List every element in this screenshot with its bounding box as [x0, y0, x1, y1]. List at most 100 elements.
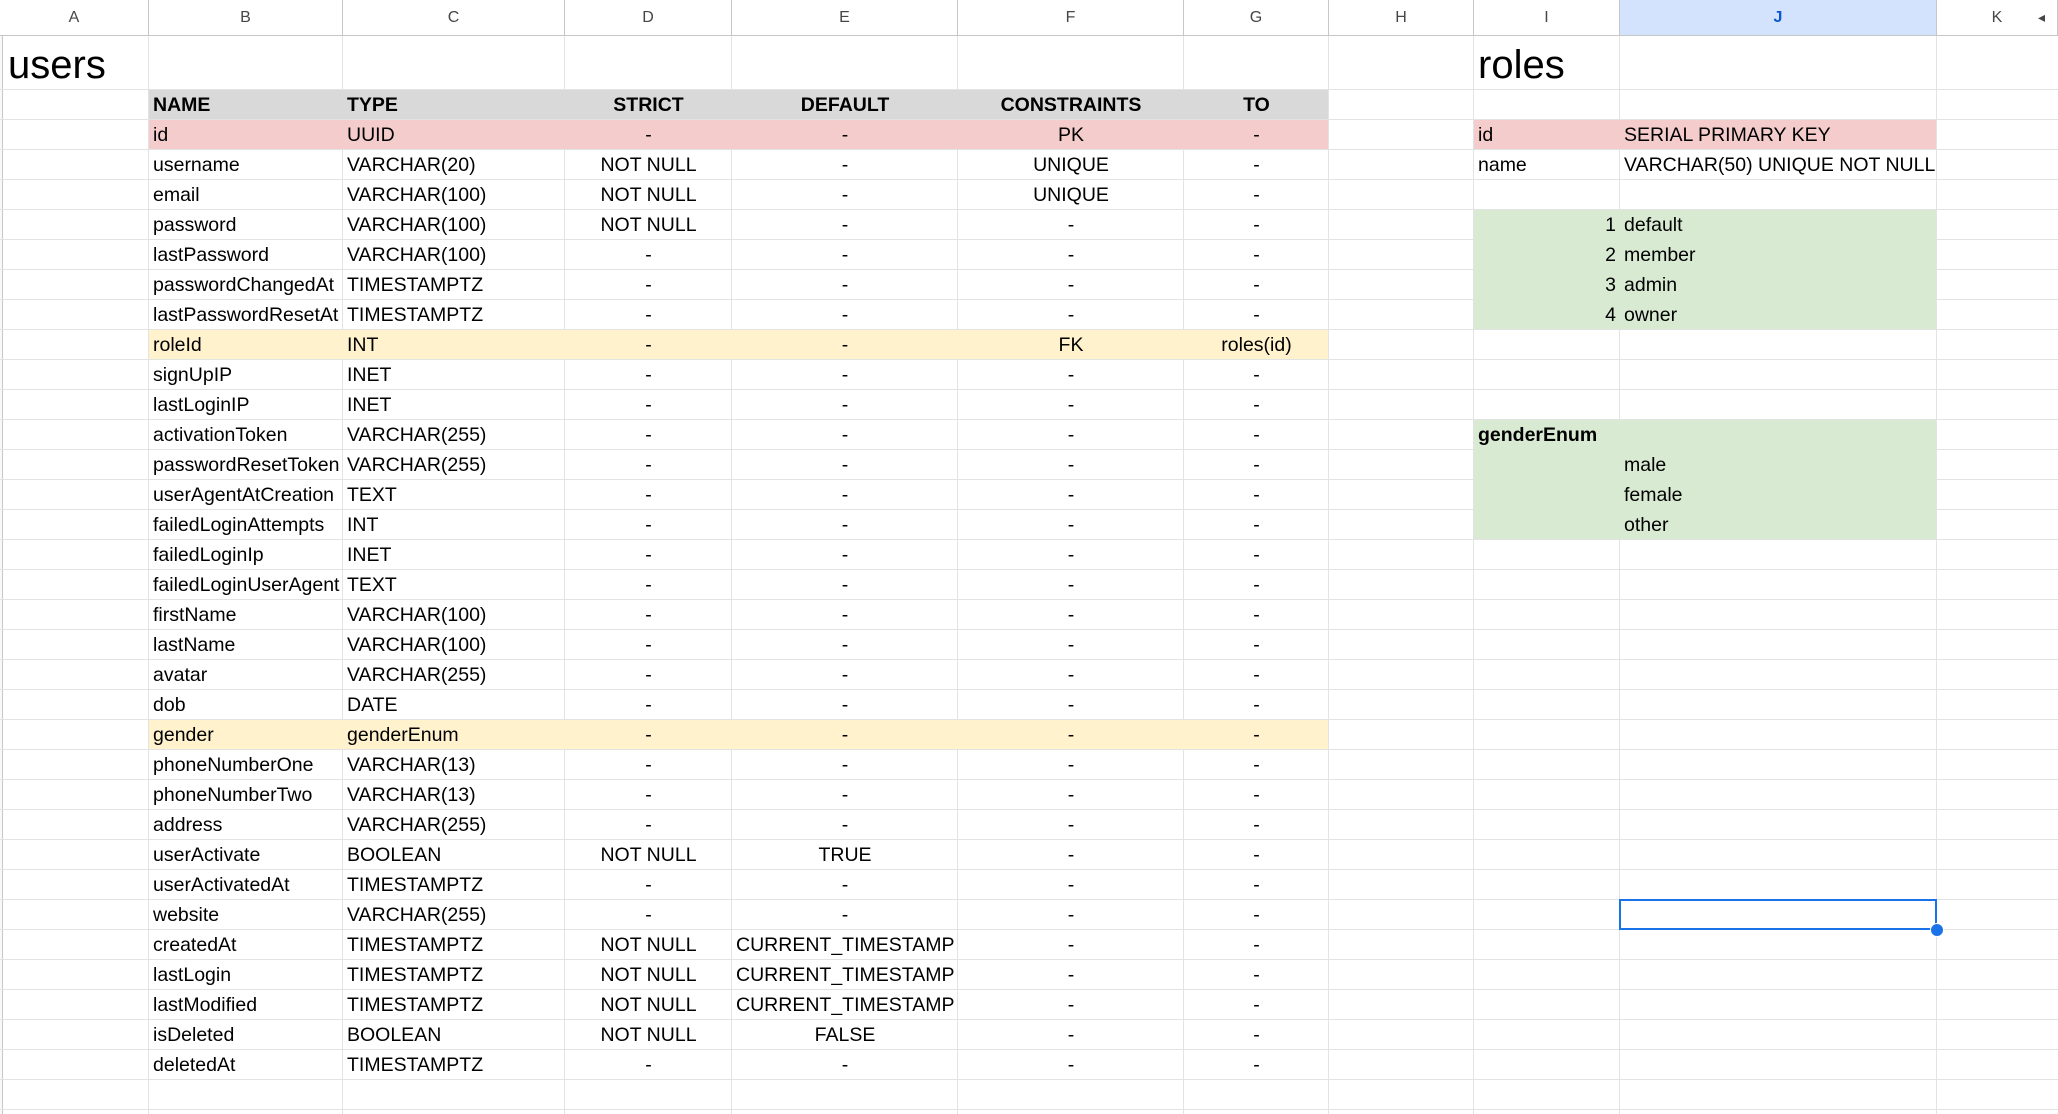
- users-table-cell[interactable]: signUpIP: [149, 360, 343, 390]
- users-table-cell[interactable]: lastLogin: [149, 960, 343, 990]
- users-table-cell[interactable]: VARCHAR(20): [343, 150, 565, 180]
- users-table-cell[interactable]: PK: [958, 120, 1184, 150]
- users-table-cell[interactable]: VARCHAR(13): [343, 780, 565, 810]
- users-table-cell[interactable]: -: [732, 810, 958, 840]
- users-table-cell[interactable]: UNIQUE: [958, 180, 1184, 210]
- users-table-cell[interactable]: -: [732, 540, 958, 570]
- users-table-cell[interactable]: -: [1184, 690, 1329, 720]
- gender-enum-value[interactable]: other: [1620, 510, 1937, 540]
- users-table-cell[interactable]: NOT NULL: [565, 840, 732, 870]
- users-table-cell[interactable]: -: [565, 690, 732, 720]
- column-header-d[interactable]: D: [565, 0, 732, 36]
- users-table-cell[interactable]: passwordResetToken: [149, 450, 343, 480]
- users-table-cell[interactable]: email: [149, 180, 343, 210]
- users-table-cell[interactable]: VARCHAR(255): [343, 810, 565, 840]
- users-table-cell[interactable]: VARCHAR(100): [343, 240, 565, 270]
- users-table-cell[interactable]: -: [732, 180, 958, 210]
- users-table-cell[interactable]: dob: [149, 690, 343, 720]
- users-table-cell[interactable]: activationToken: [149, 420, 343, 450]
- users-table-cell[interactable]: userAgentAtCreation: [149, 480, 343, 510]
- users-table-cell[interactable]: -: [565, 270, 732, 300]
- users-table-cell[interactable]: -: [1184, 540, 1329, 570]
- users-table-cell[interactable]: VARCHAR(255): [343, 900, 565, 930]
- users-table-cell[interactable]: -: [732, 1050, 958, 1080]
- users-table-cell[interactable]: -: [1184, 900, 1329, 930]
- users-table-cell[interactable]: TIMESTAMPTZ: [343, 990, 565, 1020]
- users-table-cell[interactable]: -: [565, 660, 732, 690]
- users-table-cell[interactable]: isDeleted: [149, 1020, 343, 1050]
- roles-value-name[interactable]: member: [1620, 240, 1937, 270]
- users-table-cell[interactable]: -: [565, 720, 732, 750]
- users-table-cell[interactable]: deletedAt: [149, 1050, 343, 1080]
- users-table-cell[interactable]: INET: [343, 360, 565, 390]
- users-table-cell[interactable]: -: [1184, 300, 1329, 330]
- users-table-title[interactable]: users: [4, 36, 144, 90]
- users-table-cell[interactable]: -: [732, 420, 958, 450]
- users-table-cell[interactable]: phoneNumberOne: [149, 750, 343, 780]
- users-table-cell[interactable]: -: [732, 360, 958, 390]
- users-table-cell[interactable]: TEXT: [343, 570, 565, 600]
- users-table-cell[interactable]: -: [565, 300, 732, 330]
- users-table-cell[interactable]: -: [958, 420, 1184, 450]
- column-header-j[interactable]: J: [1620, 0, 1937, 36]
- gender-enum-title[interactable]: genderEnum: [1474, 420, 1620, 450]
- users-table-cell[interactable]: -: [958, 840, 1184, 870]
- users-table-cell[interactable]: BOOLEAN: [343, 840, 565, 870]
- users-table-cell[interactable]: createdAt: [149, 930, 343, 960]
- users-table-cell[interactable]: TIMESTAMPTZ: [343, 960, 565, 990]
- users-table-cell[interactable]: VARCHAR(255): [343, 660, 565, 690]
- users-table-cell[interactable]: -: [1184, 360, 1329, 390]
- users-table-cell[interactable]: -: [1184, 780, 1329, 810]
- users-table-cell[interactable]: -: [1184, 510, 1329, 540]
- users-table-cell[interactable]: -: [958, 690, 1184, 720]
- roles-table-title[interactable]: roles: [1474, 36, 1614, 90]
- users-table-cell[interactable]: -: [732, 780, 958, 810]
- users-table-cell[interactable]: -: [565, 750, 732, 780]
- users-table-cell[interactable]: -: [958, 960, 1184, 990]
- users-table-cell[interactable]: -: [1184, 600, 1329, 630]
- users-table-cell[interactable]: -: [1184, 1050, 1329, 1080]
- users-table-cell[interactable]: CURRENT_TIMESTAMP: [732, 960, 958, 990]
- users-table-cell[interactable]: NOT NULL: [565, 1020, 732, 1050]
- users-table-cell[interactable]: -: [1184, 180, 1329, 210]
- users-table-cell[interactable]: -: [1184, 570, 1329, 600]
- users-table-cell[interactable]: -: [732, 480, 958, 510]
- roles-value-name[interactable]: admin: [1620, 270, 1937, 300]
- users-column-header[interactable]: STRICT: [565, 90, 732, 120]
- users-table-cell[interactable]: -: [565, 900, 732, 930]
- users-table-cell[interactable]: -: [565, 600, 732, 630]
- roles-value-id[interactable]: 1: [1474, 210, 1620, 240]
- users-table-cell[interactable]: -: [958, 660, 1184, 690]
- users-table-cell[interactable]: NOT NULL: [565, 990, 732, 1020]
- users-table-cell[interactable]: -: [958, 300, 1184, 330]
- users-table-cell[interactable]: INET: [343, 390, 565, 420]
- users-table-cell[interactable]: -: [1184, 630, 1329, 660]
- roles-value-id[interactable]: 3: [1474, 270, 1620, 300]
- collapse-arrow-icon[interactable]: ◂: [2038, 9, 2045, 26]
- users-table-cell[interactable]: id: [149, 120, 343, 150]
- users-table-cell[interactable]: NOT NULL: [565, 150, 732, 180]
- users-table-cell[interactable]: -: [958, 900, 1184, 930]
- users-table-cell[interactable]: address: [149, 810, 343, 840]
- users-table-cell[interactable]: -: [1184, 1020, 1329, 1050]
- users-table-cell[interactable]: -: [1184, 420, 1329, 450]
- users-column-header[interactable]: CONSTRAINTS: [958, 90, 1184, 120]
- users-table-cell[interactable]: -: [565, 360, 732, 390]
- users-table-cell[interactable]: -: [565, 510, 732, 540]
- users-table-cell[interactable]: -: [565, 480, 732, 510]
- users-table-cell[interactable]: -: [732, 870, 958, 900]
- column-header-h[interactable]: H: [1329, 0, 1474, 36]
- gender-enum-value[interactable]: male: [1620, 450, 1937, 480]
- users-table-cell[interactable]: -: [1184, 450, 1329, 480]
- users-table-cell[interactable]: roles(id): [1184, 330, 1329, 360]
- users-column-header[interactable]: DEFAULT: [732, 90, 958, 120]
- users-table-cell[interactable]: TIMESTAMPTZ: [343, 870, 565, 900]
- users-table-cell[interactable]: INT: [343, 510, 565, 540]
- users-table-cell[interactable]: -: [1184, 210, 1329, 240]
- users-table-cell[interactable]: -: [958, 750, 1184, 780]
- roles-value-name[interactable]: default: [1620, 210, 1937, 240]
- users-table-cell[interactable]: -: [732, 510, 958, 540]
- users-table-cell[interactable]: -: [1184, 750, 1329, 780]
- roles-field-name[interactable]: id: [1474, 120, 1620, 150]
- column-header-f[interactable]: F: [958, 0, 1184, 36]
